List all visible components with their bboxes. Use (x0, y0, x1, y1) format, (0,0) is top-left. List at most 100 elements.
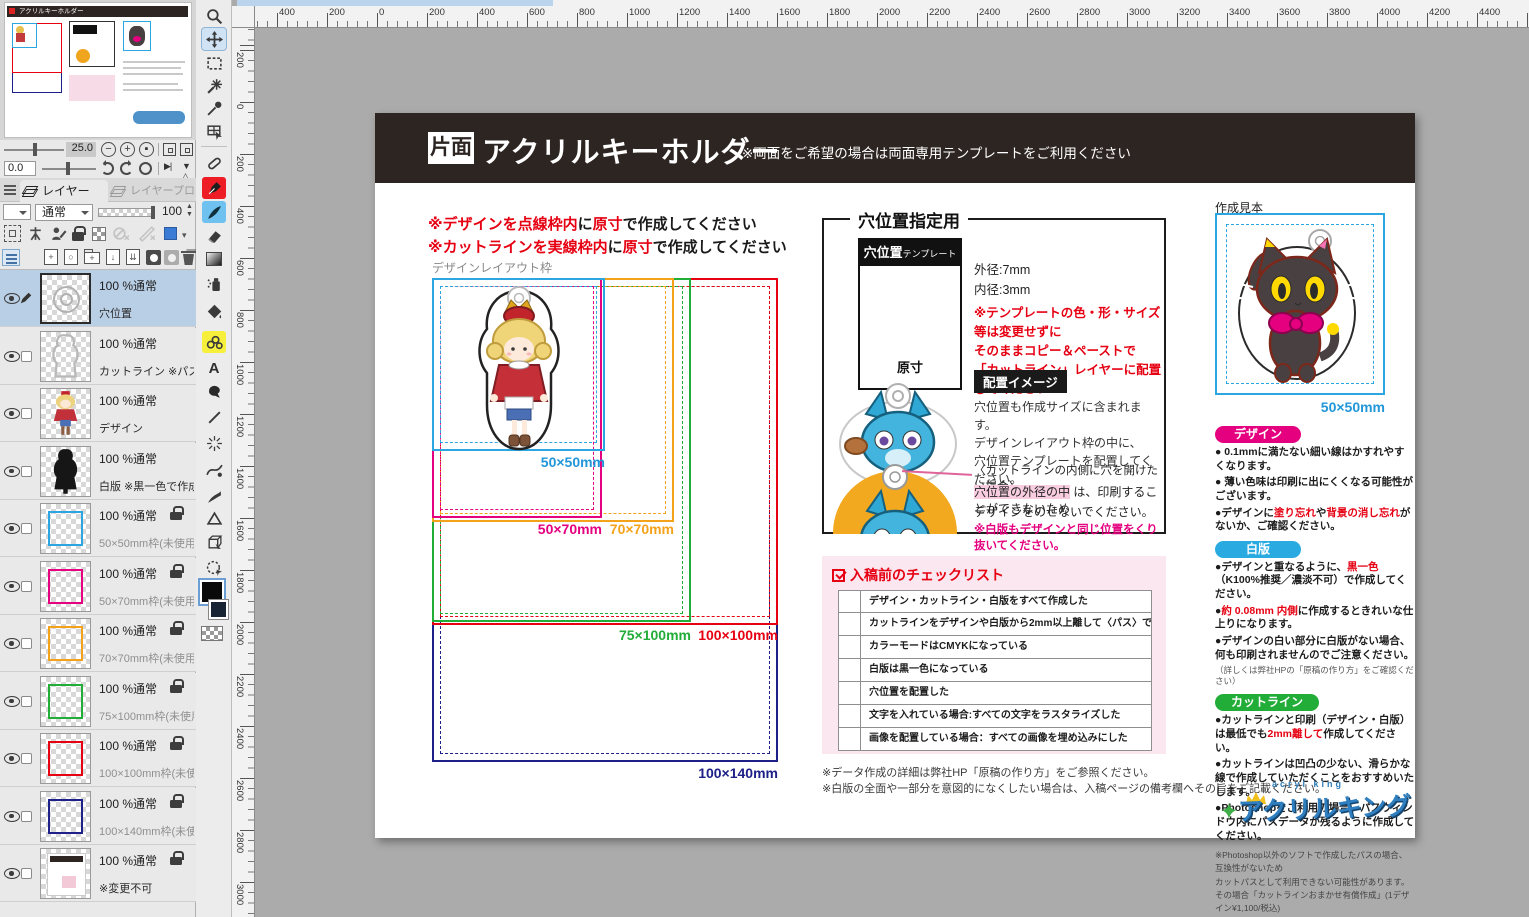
layer-row[interactable]: 100 %通常100×100mm枠(未使用) (0, 730, 196, 787)
fit-to-screen-button[interactable] (180, 143, 193, 156)
layer-color-dropdown-icon[interactable]: ▾ (182, 230, 186, 241)
opacity-value[interactable]: 100 (156, 204, 182, 218)
selection-tool[interactable] (202, 52, 226, 74)
perspective-grid-tool[interactable] (202, 531, 226, 553)
checklist-checkbox[interactable] (839, 636, 861, 658)
layer-visibility-icon[interactable] (4, 523, 20, 534)
new-vector-layer-icon[interactable]: ○ (64, 249, 78, 265)
layer-visibility-icon[interactable] (4, 351, 20, 362)
checklist-checkbox[interactable] (839, 591, 861, 612)
canvas-area[interactable]: 4002000200400600800100012001400160018002… (232, 0, 1529, 917)
layer-thumbnail[interactable] (40, 618, 91, 669)
layer-thumbnail[interactable] (40, 561, 91, 612)
layer-visibility-icon[interactable] (4, 293, 20, 304)
auto-select-tool[interactable] (202, 75, 226, 97)
layer-name[interactable]: 穴位置 (99, 305, 194, 321)
saturated-line-tool[interactable] (202, 432, 226, 454)
layer-checkbox[interactable] (21, 811, 32, 822)
lock-transparent-pixels-icon[interactable] (92, 227, 106, 241)
curve-tool[interactable] (202, 486, 226, 508)
flip-horizontal-button[interactable]: ▶| (164, 161, 171, 172)
palette-color-combo[interactable] (3, 204, 31, 220)
ruler-icon[interactable] (138, 225, 155, 242)
enable-mask-icon[interactable] (112, 225, 129, 242)
layer-thumbnail[interactable] (40, 848, 91, 899)
layer-thumbnail[interactable] (40, 676, 91, 727)
create-mask-icon[interactable] (146, 250, 161, 265)
line-tool[interactable] (202, 406, 226, 428)
new-folder-icon[interactable]: + (84, 252, 100, 264)
navigator-panel[interactable]: アクリルキーホルダー (0, 0, 196, 140)
layer-name[interactable]: 70×70mm枠(未使用) (99, 650, 194, 666)
layer-name[interactable]: 50×50mm枠(未使用) (99, 535, 194, 551)
layer-name[interactable]: ※変更不可 (99, 880, 194, 896)
layer-row[interactable]: 100 %通常※変更不可 (0, 845, 196, 902)
layer-thumbnail[interactable] (40, 273, 91, 324)
checklist-checkbox[interactable] (839, 682, 861, 704)
gradient-tool[interactable] (202, 248, 226, 270)
layer-checkbox[interactable] (21, 868, 32, 879)
layer-row[interactable]: 100 %通常70×70mm枠(未使用) (0, 615, 196, 672)
layer-row[interactable]: 100 %通常100×140mm枠(未使用) (0, 788, 196, 845)
zoom-in-button[interactable]: + (120, 142, 135, 157)
layer-row[interactable]: 100 %通常カットライン ※パスで作成 (0, 328, 196, 385)
rotate-cw-button[interactable] (120, 162, 133, 175)
layer-row[interactable]: 100 %通常50×70mm枠(未使用) (0, 558, 196, 615)
opacity-slider[interactable] (98, 208, 154, 217)
new-raster-layer-icon[interactable]: + (44, 249, 58, 265)
balloon-tool[interactable] (202, 381, 226, 403)
layer-row[interactable]: 100 %通常75×100mm枠(未使用) (0, 673, 196, 730)
layer-checkbox[interactable] (21, 523, 32, 534)
layer-name[interactable]: 100×140mm枠(未使用) (99, 823, 194, 839)
rotate-slider-handle[interactable] (66, 162, 70, 175)
layer-visibility-icon[interactable] (4, 868, 20, 879)
layer-name[interactable]: 100×100mm枠(未使用) (99, 765, 194, 781)
layer-checkbox[interactable] (21, 753, 32, 764)
layer-name[interactable]: デザイン (99, 420, 194, 436)
tab-layer[interactable]: レイヤー (20, 180, 108, 202)
ruler-tool[interactable] (202, 459, 226, 481)
airbrush-tool[interactable] (202, 272, 226, 294)
text-tool[interactable]: A (202, 357, 226, 379)
zoom-tool[interactable] (202, 5, 226, 27)
zoom-out-button[interactable]: − (101, 142, 116, 157)
layer-thumbnail[interactable] (40, 446, 91, 497)
blend-mode-select[interactable]: 通常 (35, 204, 93, 221)
layer-row[interactable]: 100 %通常50×50mm枠(未使用) (0, 500, 196, 557)
transparent-color-swatch[interactable] (201, 626, 223, 641)
clip-to-layer-icon[interactable] (27, 225, 44, 242)
layer-visibility-icon[interactable] (4, 753, 20, 764)
layer-name[interactable]: カットライン ※パスで作成 (99, 363, 194, 379)
layer-thumbnail[interactable] (40, 388, 91, 439)
layer-thumbnail[interactable] (40, 503, 91, 554)
eyedropper-tool[interactable] (202, 97, 226, 119)
brush-tool[interactable] (202, 201, 226, 223)
layer-edit-target-icon[interactable] (19, 291, 33, 305)
draw-target-icon[interactable] (50, 225, 67, 242)
fill-tool[interactable] (202, 300, 226, 322)
layer-name[interactable]: 75×100mm枠(未使用) (99, 708, 194, 724)
layer-color-icon[interactable] (164, 227, 177, 240)
layer-visibility-icon[interactable] (4, 466, 20, 477)
apply-mask-icon[interactable] (164, 250, 179, 265)
layer-thumbnail[interactable] (40, 733, 91, 784)
figure-tool[interactable] (202, 507, 226, 529)
layer-name[interactable]: 白版 ※黒一色で作成 (99, 478, 194, 494)
background-color-swatch[interactable] (209, 600, 228, 619)
layer-visibility-icon[interactable] (4, 408, 20, 419)
fit-to-window-button[interactable] (163, 143, 176, 156)
layer-checkbox[interactable] (21, 351, 32, 362)
layer-checkbox[interactable] (21, 408, 32, 419)
layer-row[interactable]: 100 %通常穴位置 (0, 270, 196, 327)
palette-menu-icon[interactable] (4, 185, 16, 195)
move-tool[interactable] (202, 28, 226, 50)
lock-layer-icon[interactable] (70, 225, 87, 242)
navigator-preview[interactable]: アクリルキーホルダー (4, 2, 192, 138)
checklist-checkbox[interactable] (839, 613, 861, 635)
selection-launcher-tool[interactable] (202, 556, 226, 578)
rotate-reset-button[interactable] (139, 162, 152, 175)
rotate-ccw-button[interactable] (101, 162, 114, 175)
rotate-value[interactable]: 0.0 (4, 161, 36, 176)
opacity-spinner[interactable]: ▲▼ (186, 203, 193, 219)
delete-layer-icon[interactable] (180, 249, 197, 266)
